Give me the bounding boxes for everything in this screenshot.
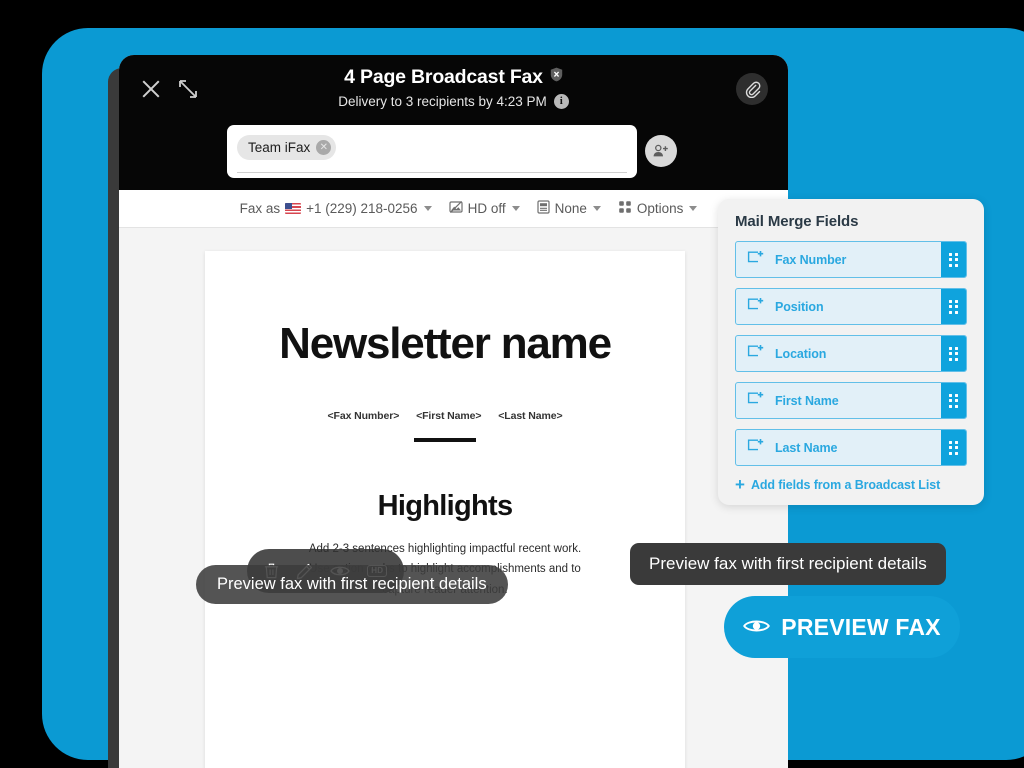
preview-fax-button[interactable]: PREVIEW FAX: [724, 596, 960, 658]
cover-page-selector[interactable]: None: [536, 200, 601, 217]
merge-field-label: Location: [775, 346, 827, 361]
add-contact-icon[interactable]: [645, 135, 677, 167]
screenshot-root: 4 Page Broadcast Fax Delivery to 3 recip…: [0, 0, 1024, 768]
drag-handle-icon[interactable]: [941, 289, 966, 324]
hd-quality-selector[interactable]: HD off: [448, 200, 520, 217]
chevron-down-icon: [511, 206, 520, 211]
merge-field-fax-number[interactable]: Fax Number: [735, 241, 967, 278]
header-subtitle-row: Delivery to 3 recipients by 4:23 PM i: [119, 94, 788, 109]
recipient-row: Team iFax ✕: [227, 125, 677, 178]
merge-field-last-name[interactable]: Last Name: [735, 429, 967, 466]
document-divider: [414, 438, 476, 443]
paperclip-icon[interactable]: [736, 73, 768, 105]
insert-field-icon: [747, 344, 764, 363]
chevron-down-icon: [592, 206, 601, 211]
delivery-status-text: Delivery to 3 recipients by 4:23 PM: [338, 94, 547, 109]
grid-options-icon: [618, 200, 632, 217]
preview-tooltip-outer: Preview fax with first recipient details: [630, 543, 946, 585]
drag-handle-icon[interactable]: [941, 242, 966, 277]
cover-page-icon: [536, 200, 550, 217]
insert-field-icon: [747, 391, 764, 410]
cover-page-label: None: [554, 201, 587, 216]
plus-icon: +: [735, 475, 745, 494]
merge-field-main[interactable]: Fax Number: [736, 242, 941, 277]
fax-document-page[interactable]: Newsletter name <Fax Number> <First Name…: [205, 251, 685, 768]
add-fields-from-broadcast-list-link[interactable]: + Add fields from a Broadcast List: [735, 476, 967, 493]
mail-merge-panel: Mail Merge Fields Fax Number Position Lo…: [718, 199, 984, 505]
merge-field-main[interactable]: Last Name: [736, 430, 941, 465]
us-flag-icon: [285, 203, 302, 214]
merge-field-main[interactable]: First Name: [736, 383, 941, 418]
recipient-chip[interactable]: Team iFax ✕: [237, 135, 337, 160]
merge-tag-last-name: <Last Name>: [498, 410, 563, 423]
fax-as-prefix: Fax as: [239, 201, 281, 216]
fax-options-toolbar: Fax as +1 (229) 218-0256 HD off None Opt…: [119, 190, 788, 228]
fax-as-number: +1 (229) 218-0256: [306, 201, 418, 216]
fax-as-selector[interactable]: Fax as +1 (229) 218-0256: [240, 201, 432, 216]
eye-icon: [743, 617, 771, 638]
drag-handle-icon[interactable]: [941, 430, 966, 465]
options-selector[interactable]: Options: [618, 200, 698, 217]
app-header: 4 Page Broadcast Fax Delivery to 3 recip…: [119, 55, 788, 190]
header-title-row: 4 Page Broadcast Fax: [119, 66, 788, 89]
document-workspace: Newsletter name <Fax Number> <First Name…: [119, 228, 788, 768]
insert-field-icon: [747, 297, 764, 316]
preview-tooltip-inner: Preview fax with first recipient details: [196, 565, 508, 604]
merge-tag-fax-number: <Fax Number>: [327, 410, 400, 423]
merge-field-label: First Name: [775, 393, 839, 408]
hd-quality-label: HD off: [467, 201, 506, 216]
remove-recipient-icon[interactable]: ✕: [316, 140, 332, 155]
drag-handle-icon[interactable]: [941, 383, 966, 418]
recipient-input[interactable]: Team iFax ✕: [227, 125, 637, 178]
fax-app-window: 4 Page Broadcast Fax Delivery to 3 recip…: [119, 55, 788, 768]
chevron-down-icon: [423, 206, 432, 211]
chevron-down-icon: [689, 206, 698, 211]
recipient-chip-label: Team iFax: [248, 140, 311, 155]
options-label: Options: [636, 201, 684, 216]
page-title: 4 Page Broadcast Fax: [344, 66, 543, 88]
shield-off-icon: [550, 67, 563, 82]
drag-handle-icon[interactable]: [941, 336, 966, 371]
merge-field-label: Fax Number: [775, 252, 847, 267]
mail-merge-panel-title: Mail Merge Fields: [735, 213, 859, 230]
merge-field-main[interactable]: Location: [736, 336, 941, 371]
merge-field-first-name[interactable]: First Name: [735, 382, 967, 419]
merge-tag-first-name: <First Name>: [416, 410, 482, 423]
add-fields-label: Add fields from a Broadcast List: [750, 477, 941, 492]
merge-field-label: Position: [775, 299, 824, 314]
insert-field-icon: [747, 438, 764, 457]
merge-field-position[interactable]: Position: [735, 288, 967, 325]
document-section-heading: Highlights: [377, 490, 513, 523]
info-icon[interactable]: i: [553, 94, 569, 109]
document-merge-tags: <Fax Number> <First Name> <Last Name>: [205, 410, 685, 422]
merge-field-location[interactable]: Location: [735, 335, 967, 372]
document-title: Newsletter name: [279, 319, 612, 368]
image-quality-icon: [448, 200, 463, 217]
merge-field-label: Last Name: [775, 440, 838, 455]
merge-field-main[interactable]: Position: [736, 289, 941, 324]
preview-fax-label: PREVIEW FAX: [781, 613, 941, 640]
insert-field-icon: [747, 250, 764, 269]
